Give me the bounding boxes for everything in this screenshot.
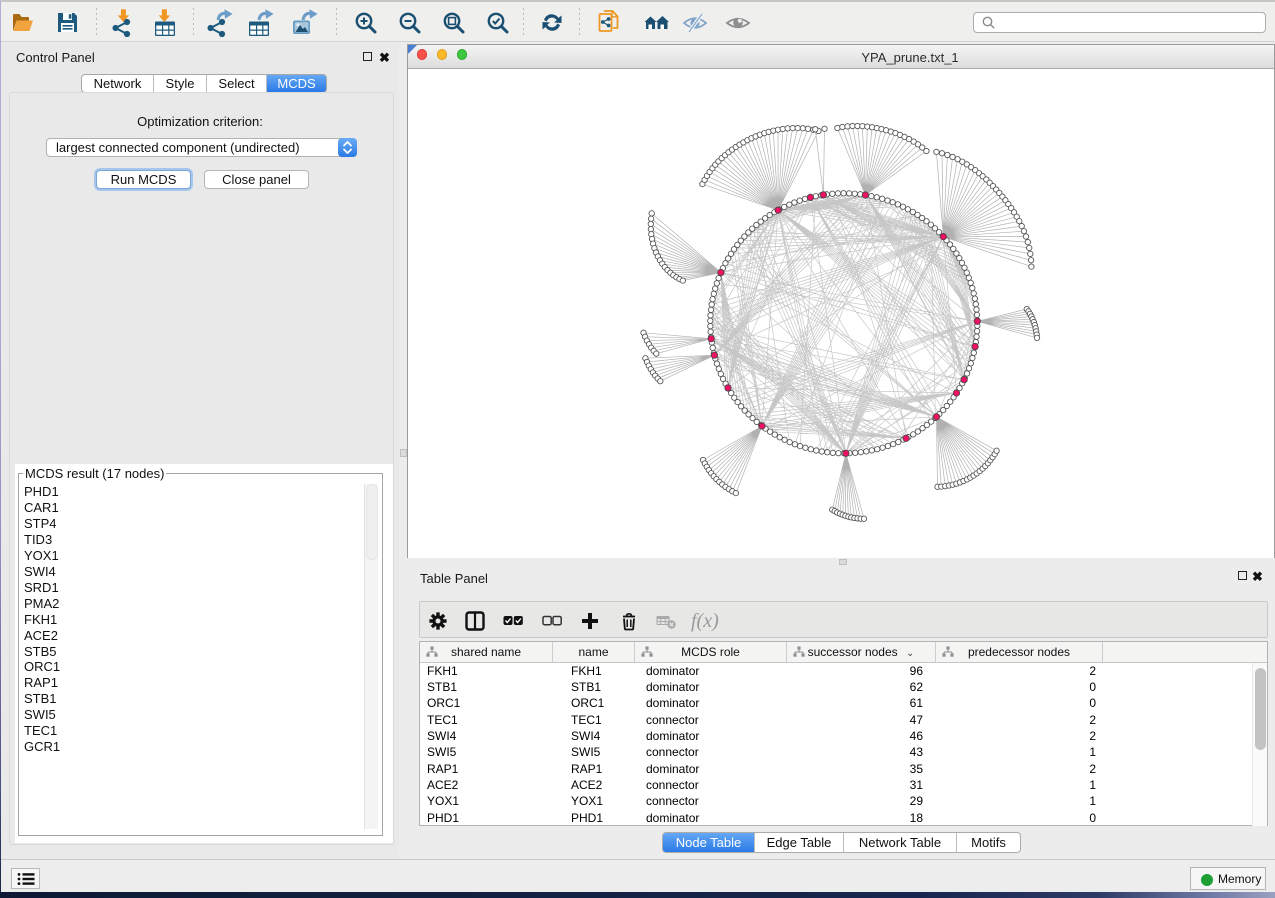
- svg-text:f(x): f(x): [691, 610, 719, 632]
